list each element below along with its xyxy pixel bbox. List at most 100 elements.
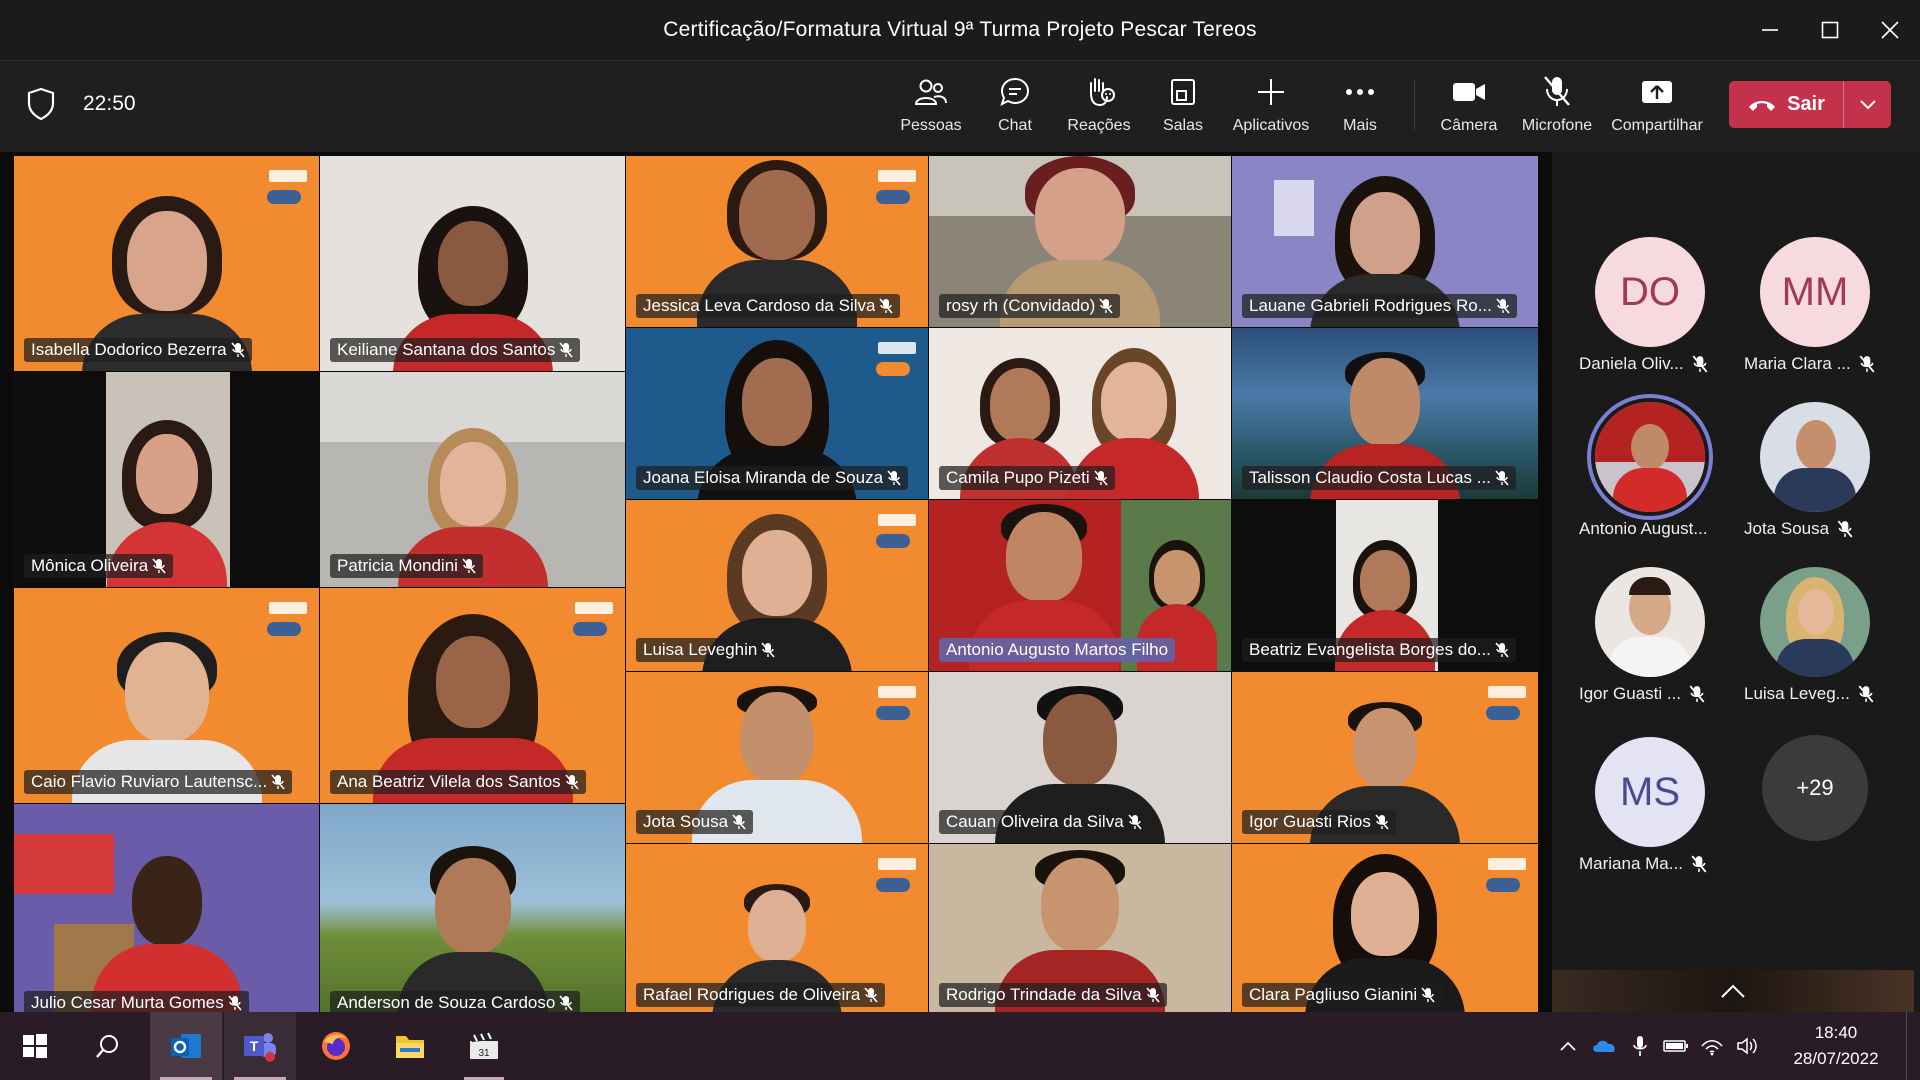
wifi-icon bbox=[1701, 1039, 1723, 1056]
mic-off-icon bbox=[228, 995, 242, 1011]
microphone-button[interactable]: Microfone bbox=[1518, 71, 1596, 143]
taskbar-app-outlook[interactable] bbox=[150, 1012, 222, 1080]
battery-icon bbox=[1663, 1040, 1688, 1052]
mic-off-icon bbox=[1421, 987, 1435, 1003]
microphone-tray-button[interactable] bbox=[1622, 1012, 1658, 1080]
leave-button[interactable]: Sair bbox=[1729, 81, 1843, 128]
share-button[interactable]: Compartilhar bbox=[1608, 71, 1706, 143]
avatar[interactable]: MS bbox=[1595, 737, 1705, 847]
leave-options-dropdown[interactable] bbox=[1844, 99, 1891, 110]
avatar-photo[interactable] bbox=[1760, 567, 1870, 677]
pescar-logo bbox=[868, 514, 916, 554]
participant-name-tag: Talisson Claudio Costa Lucas ... bbox=[1242, 466, 1516, 490]
video-tile[interactable]: Isabella Dodorico Bezerra bbox=[14, 156, 319, 371]
video-tile[interactable]: rosy rh (Convidado) bbox=[929, 156, 1231, 327]
video-tile[interactable]: Julio Cesar Murta Gomes bbox=[14, 804, 319, 1024]
video-tile[interactable]: Ana Beatriz Vilela dos Santos bbox=[320, 588, 625, 803]
clock-time: 18:40 bbox=[1814, 1023, 1858, 1042]
roster-participant-name: Mariana Ma... bbox=[1579, 854, 1739, 874]
mic-off-icon bbox=[1692, 355, 1707, 373]
clock-button[interactable]: 18:40 28/07/2022 bbox=[1766, 1020, 1906, 1072]
video-tile[interactable]: Rafael Rodrigues de Oliveira bbox=[626, 844, 928, 1016]
video-tile[interactable]: Rodrigo Trindade da Silva bbox=[929, 844, 1231, 1016]
roster-participant-name: Maria Clara ... bbox=[1744, 354, 1904, 374]
reactions-label: Reações bbox=[1067, 117, 1131, 134]
avatar[interactable]: DO bbox=[1595, 237, 1705, 347]
participant-name-tag: Patricia Mondini bbox=[330, 554, 483, 578]
video-tile[interactable]: Igor Guasti Rios bbox=[1232, 672, 1538, 843]
video-tile[interactable]: Clara Pagliuso Gianini bbox=[1232, 844, 1538, 1016]
chevron-up-icon bbox=[1560, 1041, 1576, 1051]
show-desktop-button[interactable] bbox=[1906, 1012, 1920, 1080]
mic-off-icon bbox=[732, 814, 746, 830]
close-icon bbox=[1881, 21, 1899, 39]
apps-button[interactable]: Aplicativos bbox=[1226, 71, 1316, 143]
self-view-collapsed[interactable] bbox=[1552, 970, 1914, 1012]
window-title: Certificação/Formatura Virtual 9ª Turma … bbox=[663, 18, 1257, 41]
mic-off-icon bbox=[271, 774, 285, 790]
video-tile[interactable]: Luisa Leveghin bbox=[626, 500, 928, 671]
apps-label: Aplicativos bbox=[1232, 117, 1310, 134]
chat-icon bbox=[999, 71, 1031, 113]
video-tile[interactable]: Beatriz Evangelista Borges do... bbox=[1232, 500, 1538, 671]
video-tile[interactable]: Joana Eloisa Miranda de Souza bbox=[626, 328, 928, 499]
tray-overflow-button[interactable] bbox=[1550, 1012, 1586, 1080]
minimize-button[interactable] bbox=[1740, 0, 1800, 60]
avatar[interactable]: MM bbox=[1760, 237, 1870, 347]
more-participants-button[interactable]: +29 bbox=[1762, 735, 1868, 841]
video-tile[interactable]: Lauane Gabrieli Rodrigues Ro... bbox=[1232, 156, 1538, 327]
participant-name-tag: Joana Eloisa Miranda de Souza bbox=[636, 466, 909, 490]
start-button[interactable] bbox=[5, 1012, 65, 1080]
video-tile[interactable]: Caio Flavio Ruviaro Lautensc... bbox=[14, 588, 319, 803]
avatar-photo[interactable] bbox=[1760, 402, 1870, 512]
video-tile[interactable]: Cauan Oliveira da Silva bbox=[929, 672, 1231, 843]
share-icon bbox=[1641, 71, 1673, 113]
svg-text:31: 31 bbox=[478, 1048, 490, 1059]
pescar-logo bbox=[868, 170, 916, 210]
taskbar-app-firefox[interactable] bbox=[306, 1012, 366, 1080]
mic-off-icon bbox=[231, 342, 245, 358]
more-button[interactable]: Mais bbox=[1335, 71, 1385, 143]
window-controls bbox=[1740, 0, 1920, 60]
mic-off-icon bbox=[1094, 470, 1108, 486]
taskbar-app-file-explorer[interactable] bbox=[380, 1012, 440, 1080]
onedrive-button[interactable] bbox=[1586, 1012, 1622, 1080]
taskbar-app-teams[interactable]: T bbox=[224, 1012, 296, 1080]
camera-button[interactable]: Câmera bbox=[1436, 71, 1502, 143]
close-button[interactable] bbox=[1860, 0, 1920, 60]
video-tile[interactable]: Jessica Leva Cardoso da Silva bbox=[626, 156, 928, 327]
mic-off-icon bbox=[1689, 685, 1705, 703]
mic-off-icon bbox=[559, 995, 573, 1011]
participant-name-tag: Ana Beatriz Vilela dos Santos bbox=[330, 770, 586, 794]
chat-button[interactable]: Chat bbox=[990, 71, 1040, 143]
video-tile[interactable]: Mônica Oliveira bbox=[14, 372, 319, 587]
reactions-button[interactable]: Reações bbox=[1064, 71, 1134, 143]
share-label: Compartilhar bbox=[1611, 117, 1703, 134]
wifi-button[interactable] bbox=[1694, 1012, 1730, 1080]
people-button[interactable]: Pessoas bbox=[898, 71, 964, 143]
rooms-button[interactable]: Salas bbox=[1158, 71, 1208, 143]
video-tile[interactable]: Keiliane Santana dos Santos bbox=[320, 156, 625, 371]
meeting-timer: 22:50 bbox=[83, 92, 136, 115]
video-tile[interactable]: Jota Sousa bbox=[626, 672, 928, 843]
participant-roster: DO Daniela Oliv... MM Maria Clara ... An… bbox=[1552, 152, 1920, 1012]
mic-off-icon bbox=[1496, 298, 1510, 314]
video-tile[interactable]: Camila Pupo Pizeti bbox=[929, 328, 1231, 499]
volume-button[interactable] bbox=[1730, 1012, 1766, 1080]
video-tile[interactable]: Talisson Claudio Costa Lucas ... bbox=[1232, 328, 1538, 499]
mic-off-icon bbox=[1128, 814, 1142, 830]
roster-participant-name: Antonio August... bbox=[1579, 519, 1708, 538]
battery-button[interactable] bbox=[1658, 1012, 1694, 1080]
roster-participant-name: Jota Sousa bbox=[1744, 519, 1904, 539]
maximize-button[interactable] bbox=[1800, 0, 1860, 60]
video-tile[interactable]: Patricia Mondini bbox=[320, 372, 625, 587]
search-button[interactable] bbox=[78, 1012, 138, 1080]
participant-name-tag: Luisa Leveghin bbox=[636, 638, 783, 662]
avatar-initials: MS bbox=[1620, 769, 1680, 814]
avatar-photo[interactable] bbox=[1595, 567, 1705, 677]
windows-icon bbox=[23, 1034, 47, 1058]
avatar-photo[interactable] bbox=[1587, 394, 1713, 520]
video-tile[interactable]: Anderson de Souza Cardoso bbox=[320, 804, 625, 1024]
taskbar-app-video-editor[interactable]: 31 bbox=[454, 1012, 514, 1080]
video-tile[interactable]: Antonio Augusto Martos Filho bbox=[929, 500, 1231, 671]
